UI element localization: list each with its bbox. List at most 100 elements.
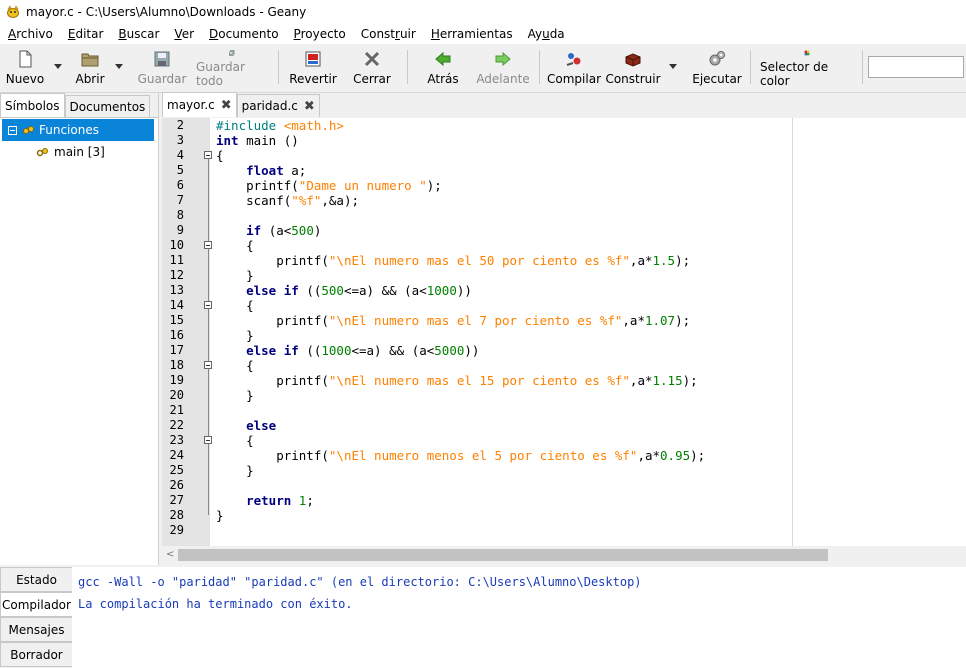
fold-guide <box>208 159 209 515</box>
code-line: printf("\nEl numero mas el 7 por ciento … <box>216 313 691 328</box>
revert-button-label: Revertir <box>289 72 337 86</box>
revert-button[interactable]: Revertir <box>289 48 337 88</box>
line-number-gutter: 2 3 4 5 6 7 8 9 10 11 12 13 14 15 16 17 18 19 20 21 22 23 24 25… <box>162 118 212 546</box>
menu-buscar[interactable]: Buscar <box>110 27 166 41</box>
tab-messages[interactable]: Mensajes <box>0 617 72 642</box>
execute-button[interactable]: Ejecutar <box>692 48 742 88</box>
line-number: 17 <box>169 343 184 357</box>
tab-symbols[interactable]: Símbolos <box>0 93 65 117</box>
menu-documento[interactable]: Documento <box>201 27 286 41</box>
compile-icon <box>566 53 581 66</box>
menu-ver[interactable]: Ver <box>166 27 201 41</box>
color-picker-button[interactable]: Selector de color <box>760 48 854 88</box>
code-line: printf("\nEl numero mas el 15 por ciento… <box>216 373 698 388</box>
close-button[interactable]: Cerrar <box>353 48 391 88</box>
gears-icon <box>709 51 725 66</box>
fold-marker-icon[interactable] <box>204 361 212 369</box>
compiler-command-line: gcc -Wall -o "paridad" "paridad.c" (en e… <box>78 575 642 589</box>
menu-construir[interactable]: Construir <box>353 27 423 41</box>
line-number: 8 <box>176 208 184 222</box>
build-dropdown-arrow[interactable] <box>669 64 677 69</box>
line-number: 15 <box>169 313 184 327</box>
open-button[interactable]: Abrir <box>74 48 106 88</box>
line-number: 22 <box>169 418 184 432</box>
close-icon <box>364 51 380 67</box>
code-line: return 1; <box>246 493 314 508</box>
tab-status[interactable]: Estado <box>0 567 72 592</box>
code-line: #include <math.h> <box>216 118 344 133</box>
menu-archivo[interactable]: Archivo <box>0 27 60 41</box>
save-button[interactable]: Guardar <box>138 48 186 88</box>
new-dropdown-arrow[interactable] <box>54 64 62 69</box>
menu-herramientas[interactable]: Herramientas <box>423 27 520 41</box>
menu-proyecto[interactable]: Proyecto <box>286 27 353 41</box>
function-group-icon <box>23 126 34 134</box>
line-number: 29 <box>169 523 184 537</box>
window-title: mayor.c - C:\Users\Alumno\Downloads - Ge… <box>26 5 307 19</box>
scroll-left-icon[interactable]: < <box>166 549 174 560</box>
code-line: else <box>246 418 277 433</box>
tab-documents[interactable]: Documentos <box>64 95 151 117</box>
code-line: { <box>216 238 254 253</box>
tab-paridad-c[interactable]: paridad.c ✖ <box>236 94 320 117</box>
line-number: 27 <box>169 493 184 507</box>
collapse-icon[interactable] <box>8 125 17 135</box>
open-dropdown-arrow[interactable] <box>115 64 123 69</box>
line-number: 28 <box>169 508 184 522</box>
tab-mayor-c[interactable]: mayor.c ✖ <box>162 92 237 117</box>
color-palette-icon <box>804 50 810 56</box>
code-line: printf("Dame un numero "); <box>216 178 442 193</box>
menu-ayuda[interactable]: Ayuda <box>520 27 572 41</box>
save-all-icon <box>229 50 235 56</box>
close-tab-icon[interactable]: ✖ <box>304 99 315 114</box>
code-line: { <box>216 148 224 163</box>
long-line-marker <box>792 118 793 546</box>
fold-marker-icon[interactable] <box>204 436 212 444</box>
code-editor[interactable]: 2 3 4 5 6 7 8 9 10 11 12 13 14 15 16 17 18 19 20 21 22 23 24 25… <box>162 118 966 546</box>
back-button[interactable]: Atrás <box>427 48 459 88</box>
new-button[interactable]: Nuevo <box>6 48 44 88</box>
search-input[interactable] <box>868 56 964 78</box>
open-folder-icon <box>81 53 99 67</box>
code-line: { <box>216 358 254 373</box>
code-line: if (a<500) <box>246 223 322 238</box>
tab-paridad-c-label: paridad.c <box>241 99 298 113</box>
menu-editar[interactable]: Editar <box>60 27 111 41</box>
toolbar-separator <box>750 50 751 84</box>
forward-button-label: Adelante <box>476 72 530 86</box>
line-number: 10 <box>169 238 184 252</box>
code-line: } <box>216 268 254 283</box>
tree-item-main[interactable]: main [3] <box>0 141 158 163</box>
tree-item-functions[interactable]: Funciones <box>2 119 154 141</box>
horizontal-scrollbar[interactable]: < <box>162 546 966 563</box>
close-tab-icon[interactable]: ✖ <box>221 98 232 113</box>
title-bar: mayor.c - C:\Users\Alumno\Downloads - Ge… <box>0 0 966 24</box>
geany-app-icon <box>7 5 19 18</box>
tab-mayor-c-label: mayor.c <box>167 98 215 112</box>
code-line: printf("\nEl numero mas el 50 por ciento… <box>216 253 691 268</box>
compiler-result-line: La compilación ha terminado con éxito. <box>78 597 353 611</box>
tab-scratch[interactable]: Borrador <box>0 642 72 667</box>
forward-button[interactable]: Adelante <box>476 48 530 88</box>
tab-compiler[interactable]: Compilador <box>0 592 72 617</box>
close-button-label: Cerrar <box>353 72 391 86</box>
code-line: scanf("%f",&a); <box>216 193 360 208</box>
line-number: 14 <box>169 298 184 312</box>
fold-marker-icon[interactable] <box>204 241 212 249</box>
color-picker-button-label: Selector de color <box>760 60 829 88</box>
line-number: 3 <box>176 133 184 147</box>
build-button[interactable]: Construir <box>605 48 661 88</box>
fold-marker-icon[interactable] <box>204 301 212 309</box>
toolbar: Nuevo Abrir Guardar Guardar todo Reverti… <box>0 44 966 93</box>
compile-button[interactable]: Compilar <box>547 48 601 88</box>
message-panel-tabs: Estado Compilador Mensajes Borrador <box>0 567 72 668</box>
save-all-button[interactable]: Guardar todo <box>196 48 268 88</box>
code-line: { <box>216 433 254 448</box>
fold-marker-icon[interactable] <box>204 151 212 159</box>
code-line: { <box>216 298 254 313</box>
code-line: } <box>216 508 224 523</box>
code-line: printf("\nEl numero menos el 5 por cient… <box>216 448 706 463</box>
line-number: 25 <box>169 463 184 477</box>
menu-bar: Archivo Editar Buscar Ver Documento Proyecto C… <box>0 24 966 44</box>
scrollbar-thumb[interactable] <box>178 549 828 561</box>
